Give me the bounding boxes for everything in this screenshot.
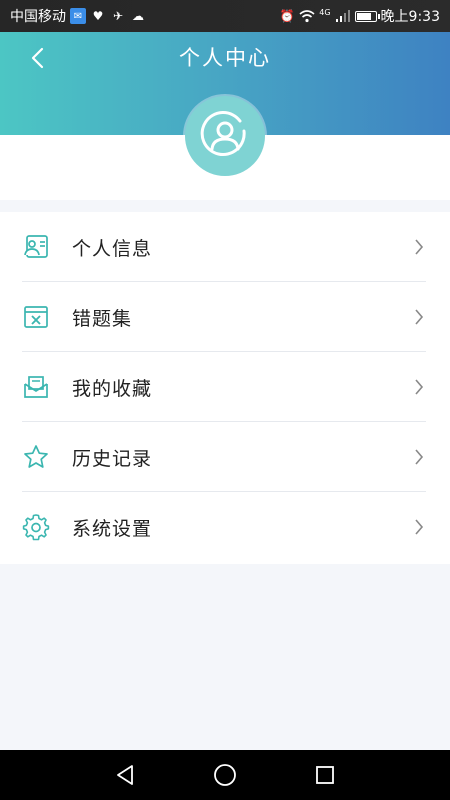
bird-icon: ✈ <box>112 9 124 23</box>
chevron-right-icon <box>412 238 426 256</box>
status-time: 晚上9:33 <box>380 9 440 25</box>
navigation-bar <box>0 750 450 800</box>
menu-item-mistakes[interactable]: 错题集 <box>0 282 450 352</box>
home-circle-icon <box>214 764 236 786</box>
menu-item-history[interactable]: 历史记录 <box>0 422 450 492</box>
network-type-label: 4G <box>319 7 331 17</box>
nav-recents-button[interactable] <box>312 762 338 788</box>
avatar[interactable] <box>185 96 265 176</box>
status-bar: 中国移动 ✉ ♥ ✈ ☁ ⏰ 4G 晚上9:33 <box>0 0 450 32</box>
cloud-icon: ☁ <box>132 9 144 23</box>
user-icon <box>200 111 246 156</box>
battery-fill <box>356 12 371 20</box>
chevron-right-icon <box>412 378 426 396</box>
id-card-icon <box>22 233 50 261</box>
mistake-book-icon <box>22 303 50 331</box>
back-triangle-icon <box>117 765 133 785</box>
menu-item-favorites[interactable]: 我的收藏 <box>0 352 450 422</box>
recents-square-icon <box>316 766 334 784</box>
signal-icon <box>335 8 351 24</box>
chevron-right-icon <box>412 308 426 326</box>
favorites-mail-icon <box>22 373 50 401</box>
page-title: 个人中心 <box>179 46 271 70</box>
menu-item-label: 系统设置 <box>72 517 153 540</box>
star-icon <box>22 443 50 471</box>
battery-icon <box>354 10 380 22</box>
menu-list: 个人信息 错题集 我的收藏 历史记录 系统设置 <box>0 212 450 564</box>
nav-home-button[interactable] <box>212 762 238 788</box>
wifi-icon <box>299 8 315 24</box>
nav-back-button[interactable] <box>112 762 138 788</box>
app-notification-icon: ✉ <box>70 8 86 24</box>
heart-icon: ♥ <box>92 9 104 23</box>
menu-item-settings[interactable]: 系统设置 <box>0 492 450 562</box>
menu-item-label: 我的收藏 <box>72 377 153 400</box>
carrier-label: 中国移动 <box>10 9 66 25</box>
alarm-icon: ⏰ <box>279 9 295 23</box>
chevron-right-icon <box>412 448 426 466</box>
chevron-right-icon <box>412 518 426 536</box>
menu-item-label: 错题集 <box>72 307 133 330</box>
menu-item-label: 历史记录 <box>72 447 153 470</box>
status-left: 中国移动 ✉ ♥ ✈ ☁ <box>10 6 146 26</box>
menu-item-label: 个人信息 <box>72 237 153 260</box>
menu-item-personal-info[interactable]: 个人信息 <box>0 212 450 282</box>
gear-icon <box>22 513 50 541</box>
status-right: ⏰ 4G 晚上9:33 <box>279 6 440 26</box>
